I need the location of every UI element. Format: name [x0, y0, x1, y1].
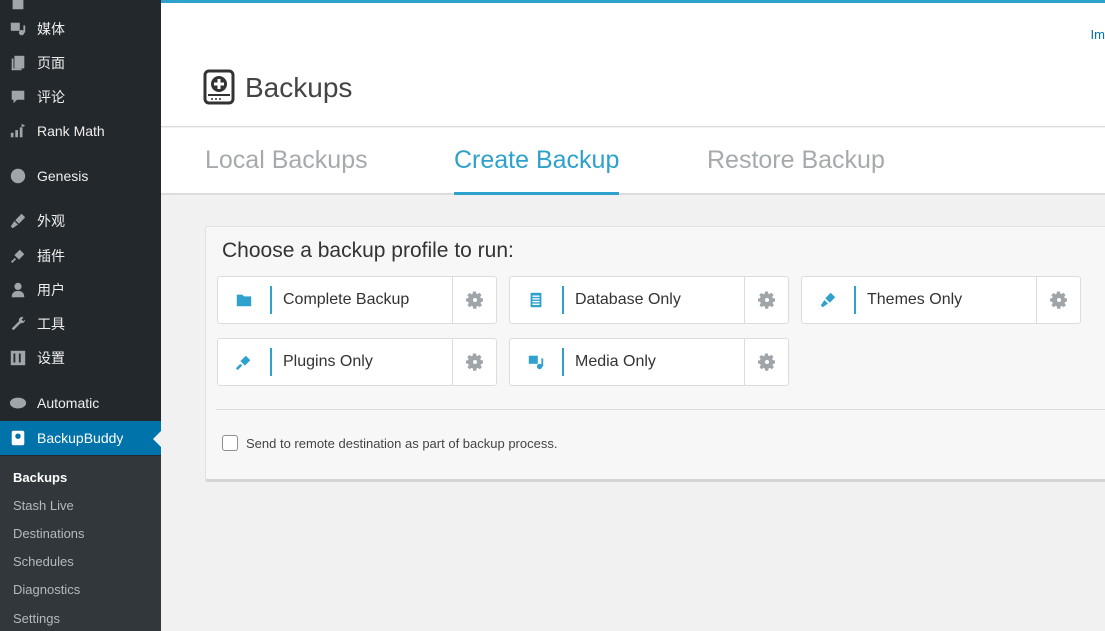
- tab-restore-backup[interactable]: Restore Backup: [707, 146, 885, 192]
- profile-media-only-button[interactable]: Media Only: [509, 338, 789, 386]
- sidebar-item-label: 媒体: [37, 21, 65, 37]
- folder-icon: [218, 277, 270, 323]
- submenu-stash-live[interactable]: Stash Live: [13, 498, 74, 513]
- profile-complete-backup-button[interactable]: Complete Backup: [217, 276, 497, 324]
- remote-destination-option: Send to remote destination as part of ba…: [222, 435, 557, 451]
- sidebar-item-label: 评论: [37, 89, 65, 105]
- sidebar-item-label: 外观: [37, 213, 65, 229]
- settings-icon: [8, 348, 28, 368]
- remote-destination-label[interactable]: Send to remote destination as part of ba…: [246, 436, 557, 451]
- submenu-settings[interactable]: Settings: [13, 611, 60, 626]
- tab-local-backups[interactable]: Local Backups: [205, 146, 368, 192]
- header-corner-link[interactable]: Im: [1091, 27, 1105, 42]
- sidebar-item-label: Automatic: [37, 395, 100, 411]
- backup-drive-icon: [203, 69, 235, 105]
- automatic-icon: [8, 393, 28, 413]
- tools-icon: [8, 314, 28, 334]
- sidebar-item-backupbuddy[interactable]: BackupBuddy: [0, 421, 161, 455]
- media-icon: [8, 19, 28, 39]
- tab-create-backup[interactable]: Create Backup: [454, 146, 620, 195]
- remote-destination-checkbox[interactable]: [222, 435, 238, 451]
- submenu-destinations[interactable]: Destinations: [13, 526, 85, 541]
- pages-icon: [8, 53, 28, 73]
- backupbuddy-submenu: Backups Stash Live Destinations Schedule…: [0, 456, 161, 631]
- sidebar-item-label: 设置: [37, 350, 65, 366]
- sidebar-item-label: 工具: [37, 316, 65, 332]
- sidebar-item-label: 用户: [37, 282, 65, 298]
- profile-label: Themes Only: [867, 291, 963, 308]
- panel-divider: [216, 409, 1105, 410]
- backup-tabs: Local Backups Create Backup Restore Back…: [161, 128, 1105, 195]
- submenu-diagnostics[interactable]: Diagnostics: [13, 582, 80, 597]
- gear-icon[interactable]: [1036, 277, 1080, 323]
- profile-plugins-only-button[interactable]: Plugins Only: [217, 338, 497, 386]
- sidebar-item-label: BackupBuddy: [37, 430, 124, 446]
- gear-icon[interactable]: [452, 277, 496, 323]
- sidebar-item-rank-math[interactable]: Rank Math: [0, 114, 161, 148]
- plugin-icon: [218, 339, 270, 385]
- sidebar-item-users[interactable]: 用户: [0, 273, 161, 307]
- profile-label: Database Only: [575, 291, 681, 308]
- profile-database-only-button[interactable]: Database Only: [509, 276, 789, 324]
- panel-title: Choose a backup profile to run:: [222, 239, 514, 262]
- submenu-backups[interactable]: Backups: [13, 470, 67, 485]
- sidebar-item-label: Rank Math: [37, 123, 105, 139]
- gear-icon[interactable]: [744, 277, 788, 323]
- sidebar-item-genesis[interactable]: Genesis: [0, 159, 161, 193]
- sidebar-item-pages[interactable]: 页面: [0, 46, 161, 80]
- appearance-icon: [8, 211, 28, 231]
- rank-math-icon: [8, 121, 28, 141]
- profile-themes-only-button[interactable]: Themes Only: [801, 276, 1081, 324]
- comments-icon: [8, 87, 28, 107]
- sidebar-item-label: Genesis: [37, 168, 89, 184]
- sidebar-item-label: 插件: [37, 248, 65, 264]
- plugins-icon: [8, 246, 28, 266]
- themes-icon: [802, 277, 854, 323]
- sidebar-item-media[interactable]: 媒体: [0, 12, 161, 46]
- sidebar-item-settings[interactable]: 设置: [0, 341, 161, 375]
- sidebar-item-plugins[interactable]: 插件: [0, 239, 161, 273]
- sidebar-item-tools[interactable]: 工具: [0, 307, 161, 341]
- backupbuddy-icon: [8, 428, 28, 448]
- media-icon: [510, 339, 562, 385]
- database-icon: [510, 277, 562, 323]
- backup-profile-panel: Choose a backup profile to run: Complete…: [205, 226, 1105, 482]
- page-title: Backups: [245, 72, 353, 103]
- sidebar-item-label: 页面: [37, 55, 65, 71]
- profile-label: Media Only: [575, 353, 656, 370]
- gear-icon[interactable]: [744, 339, 788, 385]
- sidebar-item-appearance[interactable]: 外观: [0, 204, 161, 238]
- gear-icon[interactable]: [452, 339, 496, 385]
- submenu-schedules[interactable]: Schedules: [13, 554, 74, 569]
- profile-label: Complete Backup: [283, 291, 410, 308]
- active-menu-arrow: [153, 431, 161, 447]
- page-header: Im Backups: [161, 3, 1105, 127]
- admin-sidebar: 媒体 页面 评论 Rank Math Genesis 外观 插件 用户 工具 设…: [0, 0, 161, 631]
- users-icon: [8, 280, 28, 300]
- sidebar-item-comments[interactable]: 评论: [0, 80, 161, 114]
- sidebar-item-automatic[interactable]: Automatic: [0, 386, 161, 420]
- genesis-icon: [8, 166, 28, 186]
- profile-label: Plugins Only: [283, 353, 373, 370]
